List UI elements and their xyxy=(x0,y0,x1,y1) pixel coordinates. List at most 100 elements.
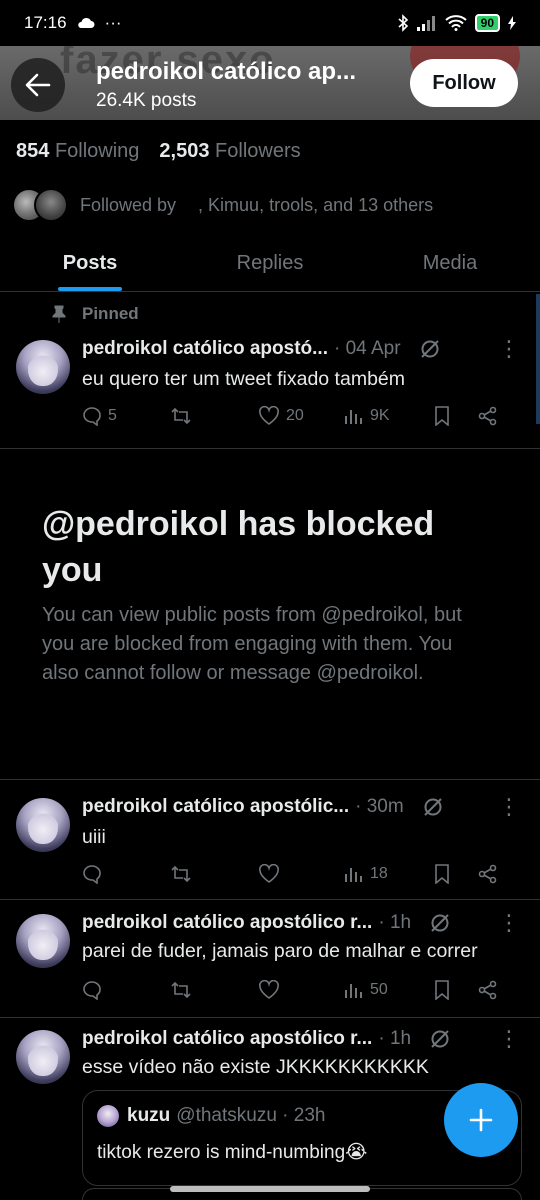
follow-stats: 854 Following 2,503 Followers xyxy=(16,140,301,163)
post-actions: 50 xyxy=(82,980,518,1000)
followed-by-label: Followed by xyxy=(80,194,177,215)
grok-icon[interactable] xyxy=(429,912,451,934)
views-icon xyxy=(345,868,362,882)
back-button[interactable] xyxy=(11,58,65,112)
post-time: · 04 Apr xyxy=(333,338,401,359)
views-button[interactable]: 18 xyxy=(344,865,434,883)
post-count: 26.4K posts xyxy=(96,90,197,111)
like-button[interactable] xyxy=(258,980,344,1000)
views-icon xyxy=(345,984,362,998)
grok-icon[interactable] xyxy=(419,338,441,360)
reply-button[interactable] xyxy=(82,980,170,1000)
post-text: eu quero ter um tweet fixado também xyxy=(82,368,405,390)
follower-avatar xyxy=(34,188,68,222)
more-icon[interactable]: ⋮ xyxy=(498,912,520,934)
post-header: pedroikol católico apostólico r... · 1h … xyxy=(82,912,520,934)
post-header: pedroikol católico apostólic... · 30m ⋮ xyxy=(82,796,520,818)
author-name[interactable]: pedroikol católico apostólico r... xyxy=(82,912,372,934)
following-link[interactable]: 854 Following xyxy=(16,140,139,163)
follow-button[interactable]: Follow xyxy=(410,59,518,107)
post-text: parei de fuder, jamais paro de malhar e … xyxy=(82,940,478,962)
wifi-icon xyxy=(444,15,467,31)
charging-icon xyxy=(508,16,516,30)
avatar[interactable] xyxy=(16,340,70,394)
like-button[interactable] xyxy=(258,864,344,884)
bookmark-button[interactable] xyxy=(434,980,478,1000)
bluetooth-icon xyxy=(398,14,408,32)
share-icon xyxy=(478,864,497,884)
profile-header: fazer sexo pedroikol católico ap... 26.4… xyxy=(0,46,540,120)
grok-icon[interactable] xyxy=(429,1028,451,1050)
repost-icon xyxy=(171,865,191,883)
share-button[interactable] xyxy=(478,980,498,1000)
quoted-handle: @thatskuzu · 23h xyxy=(176,1105,326,1126)
followed-by[interactable]: Followed by , Kimuu, trools, and 13 othe… xyxy=(12,188,433,222)
profile-name: pedroikol católico ap... xyxy=(96,58,357,85)
quoted-avatar xyxy=(97,1105,119,1127)
quoted-author-name: kuzu xyxy=(127,1105,171,1126)
bookmark-button[interactable] xyxy=(434,406,478,426)
tab-replies[interactable]: Replies xyxy=(180,236,360,291)
post-pinned[interactable]: pedroikol católico apostó... · 04 Apr ⋮ … xyxy=(0,290,540,448)
tab-posts[interactable]: Posts xyxy=(0,236,180,291)
like-button[interactable]: 20 xyxy=(258,406,344,426)
views-icon xyxy=(345,410,362,424)
repost-button[interactable] xyxy=(170,980,258,1000)
views-button[interactable]: 9K xyxy=(344,407,434,425)
author-name[interactable]: pedroikol católico apostó... xyxy=(82,338,328,360)
post-time: · 1h xyxy=(378,1028,412,1049)
gesture-handle[interactable] xyxy=(170,1186,370,1192)
post-actions: 5 20 9K xyxy=(82,406,518,426)
reply-icon xyxy=(83,865,101,884)
blocked-body: You can view public posts from @pedroiko… xyxy=(42,604,462,684)
back-arrow-icon xyxy=(25,73,51,97)
author-name[interactable]: pedroikol católico apostólico r... xyxy=(82,1028,372,1050)
avatar[interactable] xyxy=(16,798,70,852)
grok-icon[interactable] xyxy=(422,796,444,818)
share-button[interactable] xyxy=(478,864,498,884)
reply-button[interactable]: 5 xyxy=(82,406,170,426)
status-dots: ··· xyxy=(104,13,122,32)
more-icon[interactable]: ⋮ xyxy=(498,1028,520,1050)
repost-button[interactable] xyxy=(170,406,258,426)
author-name[interactable]: pedroikol católico apostólic... xyxy=(82,796,349,818)
post[interactable]: pedroikol católico apostólico r... · 1h … xyxy=(0,900,540,1018)
avatar[interactable] xyxy=(16,914,70,968)
tab-media[interactable]: Media xyxy=(360,236,540,291)
more-icon[interactable]: ⋮ xyxy=(498,796,520,818)
bookmark-button[interactable] xyxy=(434,864,478,884)
like-icon xyxy=(259,980,279,999)
repost-button[interactable] xyxy=(170,864,258,884)
post-text: esse vídeo não existe JKKKKKKKKKKK xyxy=(82,1056,429,1078)
cloud-icon xyxy=(77,17,95,28)
quoted-post-header: kuzu @thatskuzu · 23h xyxy=(97,1105,325,1127)
post-time: · 1h xyxy=(378,912,412,933)
share-button[interactable] xyxy=(478,406,498,426)
post-header: pedroikol católico apostólico r... · 1h … xyxy=(82,1028,520,1050)
bookmark-icon xyxy=(435,406,449,426)
post-actions: 18 xyxy=(82,864,518,884)
compose-button[interactable] xyxy=(444,1083,518,1157)
status-bar: 17:16 ··· 90 xyxy=(0,0,540,46)
bookmark-icon xyxy=(435,980,449,1000)
status-time: 17:16 xyxy=(24,13,67,32)
signal-icon xyxy=(416,16,435,31)
post-text: uiii xyxy=(82,826,106,848)
followers-link[interactable]: 2,503 Followers xyxy=(159,140,300,163)
blocked-notice: @pedroikol has blocked you You can view … xyxy=(0,448,540,780)
post-header: pedroikol católico apostó... · 04 Apr ⋮ xyxy=(82,338,520,360)
views-button[interactable]: 50 xyxy=(344,981,434,999)
like-icon xyxy=(259,406,279,425)
reply-button[interactable] xyxy=(82,864,170,884)
more-icon[interactable]: ⋮ xyxy=(498,338,520,360)
bookmark-icon xyxy=(435,864,449,884)
post-time: · 30m xyxy=(355,796,404,817)
profile-tabs: Posts Replies Media xyxy=(0,236,540,292)
reply-icon xyxy=(83,407,101,426)
repost-icon xyxy=(171,981,191,999)
avatar[interactable] xyxy=(16,1030,70,1084)
like-icon xyxy=(259,864,279,883)
reply-icon xyxy=(83,981,101,1000)
plus-icon xyxy=(469,1108,493,1132)
post[interactable]: pedroikol católico apostólic... · 30m ⋮ … xyxy=(0,780,540,900)
